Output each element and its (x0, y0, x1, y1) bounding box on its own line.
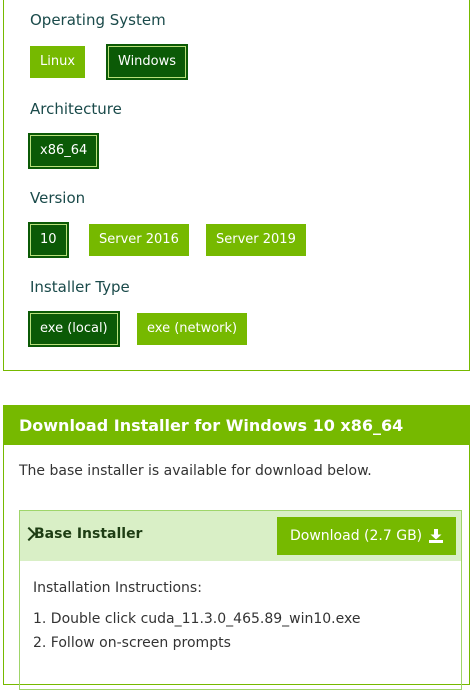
base-installer-section: Base Installer Download (2.7 GB) Install… (19, 510, 462, 690)
download-button-label: Download (2.7 GB) (290, 528, 423, 544)
download-header: Download Installer for Windows 10 x86_64 (4, 406, 469, 445)
download-icon (429, 529, 443, 543)
installer-option-exe-local[interactable]: exe (local) (30, 313, 118, 345)
version-option-server-2019[interactable]: Server 2019 (206, 224, 306, 256)
installation-instructions-title: Installation Instructions: (33, 580, 202, 596)
version-title: Version (30, 189, 86, 207)
selector-panel: Operating System Linux Windows Architect… (3, 0, 470, 371)
os-option-windows[interactable]: Windows (108, 46, 187, 78)
installer-type-title: Installer Type (30, 278, 130, 296)
base-installer-header[interactable]: Base Installer Download (2.7 GB) (20, 511, 461, 561)
installer-option-exe-network[interactable]: exe (network) (137, 313, 248, 345)
download-panel: Download Installer for Windows 10 x86_64… (3, 405, 470, 690)
os-option-linux[interactable]: Linux (30, 46, 86, 78)
download-description: The base installer is available for down… (19, 463, 372, 479)
step-item: 2. Follow on-screen prompts (33, 635, 231, 651)
download-button[interactable]: Download (2.7 GB) (277, 517, 456, 555)
version-option-10[interactable]: 10 (30, 224, 67, 256)
step-item: 1. Double click cuda_11.3.0_465.89_win10… (33, 611, 361, 627)
architecture-title: Architecture (30, 100, 122, 118)
version-option-server-2016[interactable]: Server 2016 (89, 224, 189, 256)
arch-option-x86-64[interactable]: x86_64 (30, 135, 98, 167)
base-installer-title: Base Installer (34, 526, 143, 542)
installation-steps: 1. Double click cuda_11.3.0_465.89_win10… (33, 607, 360, 655)
operating-system-title: Operating System (30, 11, 166, 29)
